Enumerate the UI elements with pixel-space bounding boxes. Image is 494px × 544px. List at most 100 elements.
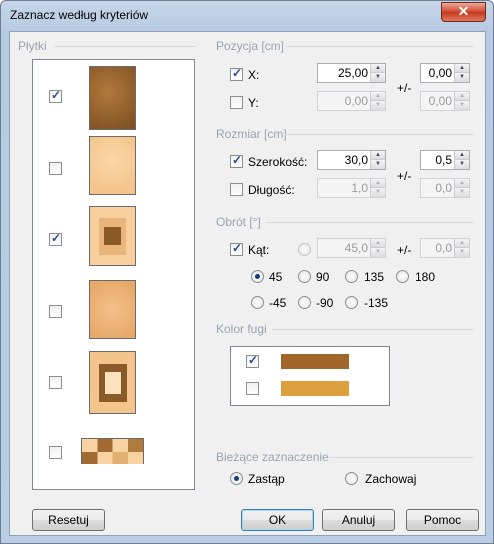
ok-button[interactable]: OK [241,509,314,531]
angle-label: Kąt: [248,243,270,257]
spin-up-icon[interactable]: ▲ [455,92,469,101]
position-plusminus: +/- [397,81,412,95]
angle-custom-radio[interactable] [298,243,311,256]
angle-option-label: 45 [269,270,283,284]
y-value: 0,00 [344,94,368,108]
angle-radio-minus90[interactable] [298,296,311,309]
tile-preview [89,280,136,339]
tile-preview [89,206,136,266]
length-value-input[interactable]: 1,0 ▲ ▼ [317,178,386,198]
spin-up-icon[interactable]: ▲ [371,151,385,160]
reset-button[interactable]: Resetuj [32,509,105,531]
tile-preview [81,438,144,464]
current-selection-group-label: Bieżące zaznaczenie [216,450,335,464]
title-bar[interactable]: Zaznacz według kryteriów ✕ [1,1,493,31]
tile-row[interactable] [33,63,194,130]
x-value-input[interactable]: 25,00 ▲ ▼ [317,63,386,83]
spin-up-icon[interactable]: ▲ [371,239,385,248]
angle-value-input[interactable]: 45,0 ▲ ▼ [317,238,386,258]
angle-checkbox[interactable] [230,241,243,256]
width-checkbox[interactable] [230,153,243,168]
x-label: X: [248,68,260,82]
tile-preview [89,66,136,130]
spin-up-icon[interactable]: ▲ [371,92,385,101]
spin-up-icon[interactable]: ▲ [455,151,469,160]
dialog-body: Płytki ✓ ✓ Pozycja [cm] ✓ X: 25,00 ▲ ▼ 0… [9,31,486,536]
keep-label: Zachowaj [365,472,417,486]
joint-color-swatch [281,354,349,369]
spin-down-icon[interactable]: ▼ [455,101,469,110]
spin-down-icon[interactable]: ▼ [455,73,469,82]
tile-row[interactable] [33,348,194,414]
spin-up-icon[interactable]: ▲ [371,179,385,188]
spin-up-icon[interactable]: ▲ [455,239,469,248]
length-tolerance-input[interactable]: 0,0 ▲ ▼ [420,178,470,198]
angle-radio-minus45[interactable] [251,296,264,309]
angle-option-label: -135 [364,296,389,310]
tile-row[interactable] [33,206,194,268]
replace-radio[interactable] [230,472,243,485]
tile-checkbox[interactable] [49,446,62,459]
joint-color-list[interactable] [230,346,390,406]
x-tolerance-input[interactable]: 0,00 ▲ ▼ [420,63,470,83]
x-tolerance: 0,00 [428,66,452,80]
tile-checkbox[interactable] [49,305,62,318]
x-checkbox[interactable] [230,66,243,81]
tile-row[interactable] [33,420,194,482]
tile-checkbox[interactable] [49,88,62,103]
length-checkbox[interactable] [230,183,243,196]
tile-row[interactable] [33,277,194,339]
y-value-input[interactable]: 0,00 ▲ ▼ [317,91,386,111]
width-tolerance-input[interactable]: 0,5 ▲ ▼ [420,150,470,170]
spin-down-icon[interactable]: ▼ [371,188,385,197]
rotation-plusminus: +/- [397,243,412,257]
tiles-list[interactable] [32,59,195,490]
angle-radio-135[interactable] [345,270,358,283]
tiles-group-line [54,46,196,47]
joint-color-checkbox[interactable] [246,382,259,395]
joint-color-swatch [281,381,349,396]
y-checkbox[interactable] [230,96,243,109]
spin-down-icon[interactable]: ▼ [371,248,385,257]
x-value: 25,00 [337,66,368,80]
y-label: Y: [248,96,259,110]
tile-preview [89,351,136,414]
spin-down-icon[interactable]: ▼ [371,73,385,82]
angle-radio-90[interactable] [298,270,311,283]
spin-down-icon[interactable]: ▼ [455,160,469,169]
keep-radio[interactable] [345,472,358,485]
width-value-input[interactable]: 30,0 ▲ ▼ [317,150,386,170]
tile-checkbox[interactable] [49,376,62,389]
angle-radio-180[interactable] [396,270,409,283]
spin-down-icon[interactable]: ▼ [371,160,385,169]
length-value: 1,0 [351,181,368,195]
joint-color-group-label: Kolor fugi [216,322,273,336]
spin-up-icon[interactable]: ▲ [371,64,385,73]
replace-label: Zastąp [248,472,285,486]
rotation-group-label: Obrót [°] [216,215,267,229]
width-label: Szerokość: [248,155,308,169]
cancel-button[interactable]: Anuluj [322,509,395,531]
length-label: Długość: [248,183,295,197]
tile-row[interactable] [33,133,194,195]
spin-down-icon[interactable]: ▼ [455,248,469,257]
position-group-line [286,46,474,47]
angle-radio-45[interactable] [251,270,264,283]
spin-down-icon[interactable]: ▼ [455,188,469,197]
y-tolerance-input[interactable]: 0,00 ▲ ▼ [420,91,470,111]
close-button[interactable]: ✕ [441,2,486,22]
joint-color-checkbox[interactable] [246,353,259,368]
angle-option-label: 180 [415,270,436,284]
angle-radio-minus135[interactable] [345,296,358,309]
spin-up-icon[interactable]: ▲ [455,179,469,188]
current-selection-group-line [328,457,474,458]
angle-value: 45,0 [344,241,368,255]
tile-checkbox[interactable] [49,231,62,246]
angle-option-label: -90 [316,296,334,310]
spin-down-icon[interactable]: ▼ [371,101,385,110]
help-button[interactable]: Pomoc [406,509,479,531]
angle-tolerance-input[interactable]: 0,0 ▲ ▼ [420,238,470,258]
spin-up-icon[interactable]: ▲ [455,64,469,73]
tile-checkbox[interactable] [49,162,62,175]
dialog-window: Zaznacz według kryteriów ✕ Płytki ✓ ✓ Po… [0,0,494,544]
